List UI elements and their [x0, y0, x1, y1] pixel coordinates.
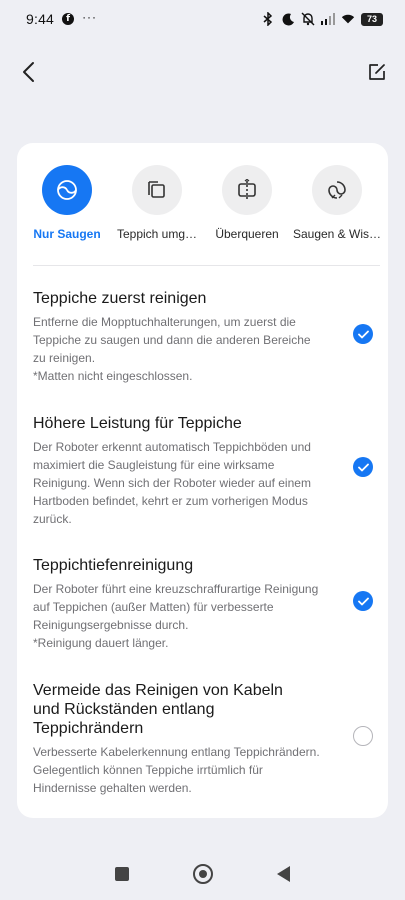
system-back-button[interactable]: [277, 866, 290, 882]
mode-icon-circle: [312, 165, 362, 215]
checkmark-icon: [357, 463, 369, 471]
vacuum-swirl-icon: [57, 180, 77, 200]
option-carpet-first[interactable]: Teppiche zuerst reinigen Entferne die Mo…: [33, 289, 373, 385]
mode-icon-circle: [42, 165, 92, 215]
option-checkbox-checked[interactable]: [353, 457, 373, 477]
option-carpet-deep-clean[interactable]: Teppichtiefenreinigung Der Roboter führt…: [33, 556, 373, 652]
option-description: Der Roboter führt eine kreuzschraffurart…: [33, 580, 325, 652]
option-title: Höhere Leistung für Teppiche: [33, 415, 242, 432]
back-button[interactable]: [14, 58, 42, 86]
recents-button[interactable]: [115, 867, 129, 881]
mode-label: Saugen & Wis…: [292, 227, 382, 241]
edit-button[interactable]: [363, 58, 391, 86]
home-icon: [199, 870, 207, 878]
facebook-notification-icon: f: [62, 13, 75, 25]
option-description: Verbesserte Kabelerkennung entlang Teppi…: [33, 743, 325, 797]
mode-selector: Nur Saugen Teppich umg… Überqueren Sauge…: [17, 165, 388, 245]
option-carpet-boost[interactable]: Höhere Leistung für Teppiche Der Roboter…: [33, 414, 373, 528]
edit-icon: [369, 64, 385, 80]
battery-indicator: 73: [361, 12, 383, 26]
mode-vacuum-mop[interactable]: Saugen & Wis…: [291, 165, 383, 241]
checkmark-icon: [357, 330, 369, 338]
more-notifications-icon: ···: [82, 10, 98, 24]
option-title: Teppiche zuerst reinigen: [33, 290, 207, 307]
mode-vacuum-only[interactable]: Nur Saugen: [21, 165, 113, 241]
option-description-text: Entferne die Mopptuchhalterungen, um zue…: [33, 315, 311, 383]
cleaning-mode-card: Nur Saugen Teppich umg… Überqueren Sauge…: [17, 143, 388, 818]
status-time: 9:44: [26, 11, 55, 27]
chevron-left-icon: [23, 62, 34, 82]
do-not-disturb-moon-icon: [281, 12, 295, 26]
option-description: Der Roboter erkennt automatisch Teppichb…: [33, 438, 325, 528]
mute-bell-icon: [301, 12, 315, 26]
mode-cross-over[interactable]: Überqueren: [201, 165, 293, 241]
home-button[interactable]: [193, 864, 213, 884]
option-avoid-cables[interactable]: Vermeide das Reinigen von Kabeln und Rüc…: [33, 681, 373, 797]
top-nav: [0, 52, 405, 92]
mode-icon-circle: [132, 165, 182, 215]
vacuum-mop-icon: [328, 181, 346, 199]
signal-icon: [321, 12, 335, 26]
mode-label: Überqueren: [215, 227, 279, 241]
option-checkbox-unchecked[interactable]: [353, 726, 373, 746]
option-checkbox-checked[interactable]: [353, 324, 373, 344]
status-left: 9:44 f ···: [26, 10, 98, 27]
cross-over-icon: [238, 179, 256, 199]
mode-label: Nur Saugen: [33, 227, 101, 241]
option-description-text: Verbesserte Kabelerkennung entlang Teppi…: [33, 745, 320, 795]
option-title: Vermeide das Reinigen von Kabeln und Rüc…: [33, 682, 283, 737]
wifi-icon: [341, 12, 355, 26]
option-description-text: Der Roboter erkennt automatisch Teppichb…: [33, 440, 311, 526]
mode-carpet-avoid[interactable]: Teppich umg…: [111, 165, 203, 241]
checkmark-icon: [357, 597, 369, 605]
carpet-avoid-icon: [148, 181, 165, 198]
option-title: Teppichtiefenreinigung: [33, 557, 194, 574]
option-checkbox-checked[interactable]: [353, 591, 373, 611]
status-right: 73: [261, 12, 383, 26]
mode-icon-circle: [222, 165, 272, 215]
option-description-text: Der Roboter führt eine kreuzschraffurart…: [33, 582, 319, 650]
bluetooth-icon: [261, 12, 275, 26]
system-nav-bar: [0, 848, 405, 900]
option-description: Entferne die Mopptuchhalterungen, um zue…: [33, 313, 325, 385]
status-bar: 9:44 f ··· 73: [0, 0, 405, 38]
divider: [33, 265, 380, 266]
mode-label: Teppich umg…: [116, 227, 198, 241]
